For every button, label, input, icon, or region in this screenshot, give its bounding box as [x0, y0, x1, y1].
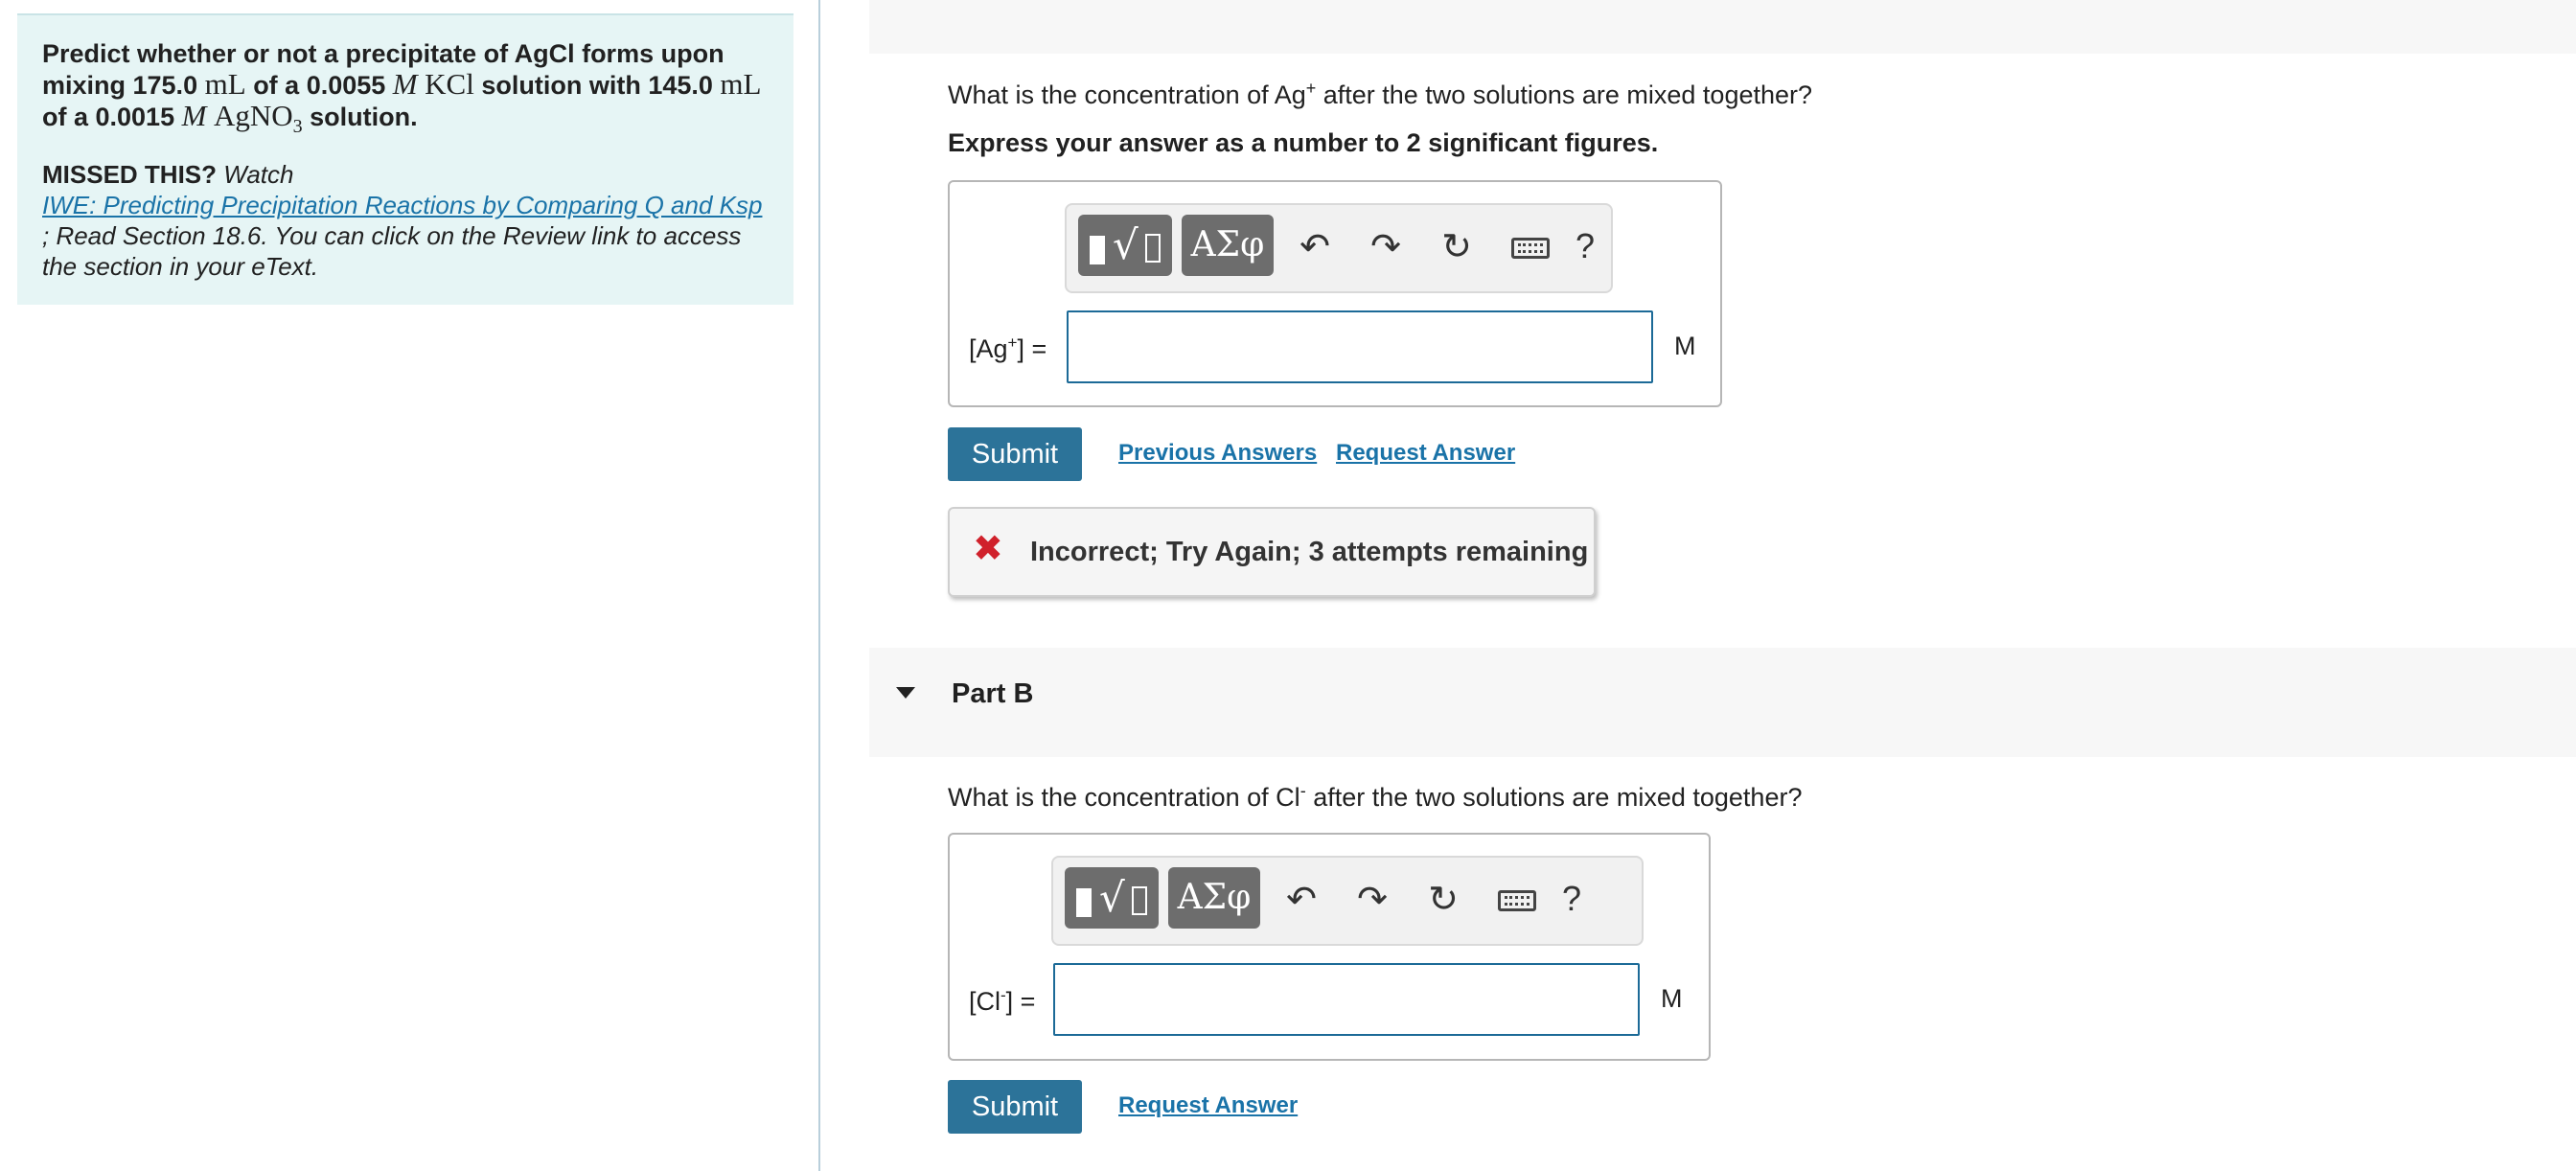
symbols-button[interactable]: ΑΣφ [1182, 215, 1274, 276]
cl-concentration-input[interactable] [1053, 963, 1640, 1036]
unit-ml: mL [720, 67, 762, 101]
part-a-header[interactable] [869, 0, 2576, 54]
missed-this-rest: ; Read Section 18.6. You can click on th… [42, 221, 742, 281]
iwe-video-link[interactable]: IWE: Predicting Precipitation Reactions … [42, 191, 762, 219]
part-a-answer-box: √ ΑΣφ ↶ ↷ ↻ ? [Ag+] = M [948, 180, 1722, 407]
part-b-answer-box: √ ΑΣφ ↶ ↷ ↻ ? [Cl-] = M [948, 833, 1711, 1061]
problem-text-4: of a 0.0015 [42, 103, 175, 131]
redo-icon[interactable]: ↷ [1350, 877, 1394, 921]
part-a-math-toolbar: √ ΑΣφ ↶ ↷ ↻ ? [1065, 203, 1613, 293]
ag-concentration-label: [Ag+] = [969, 333, 1046, 364]
collapse-caret-icon[interactable] [896, 687, 915, 699]
parts-panel: What is the concentration of Ag+ after t… [869, 0, 2576, 1171]
problem-panel: Predict whether or not a precipitate of … [0, 0, 819, 1171]
reset-icon[interactable]: ↻ [1435, 224, 1479, 268]
ag-label-post: ] = [1017, 334, 1047, 363]
undo-icon[interactable]: ↶ [1279, 877, 1323, 921]
part-b-submit-button[interactable]: Submit [948, 1080, 1082, 1134]
part-a-request-answer-link[interactable]: Request Answer [1336, 440, 1515, 467]
ag-unit: M [1674, 332, 1696, 360]
incorrect-feedback: ✖ Incorrect; Try Again; 3 attempts remai… [948, 507, 1596, 597]
ag-label-sup: + [1007, 333, 1018, 352]
column-divider [818, 0, 820, 1171]
keyboard-icon[interactable] [1498, 890, 1536, 911]
formula-agno3: AgNO3 [213, 99, 303, 137]
missed-this-hint: MISSED THIS? Watch IWE: Predicting Preci… [42, 159, 769, 282]
molar-symbol: M [392, 67, 418, 101]
redo-icon[interactable]: ↷ [1364, 224, 1408, 268]
unit-ml: mL [204, 67, 246, 101]
problem-text-2: of a 0.0055 [253, 71, 386, 100]
help-button[interactable]: ? [1571, 224, 1599, 268]
missed-this-watch: Watch [223, 160, 294, 189]
molar-symbol: M [181, 99, 207, 132]
templates-icon: √ [1076, 874, 1159, 921]
part-b-header[interactable]: Part B [869, 648, 2576, 757]
part-a-question: What is the concentration of Ag+ after t… [948, 79, 1812, 110]
previous-answers-link[interactable]: Previous Answers [1118, 440, 1317, 467]
feedback-message: Incorrect; Try Again; 3 attempts remaini… [1030, 537, 1589, 567]
part-b-request-answer-link[interactable]: Request Answer [1118, 1092, 1298, 1119]
problem-text-5: solution. [310, 103, 418, 131]
part-a-instruction: Express your answer as a number to 2 sig… [948, 128, 1659, 157]
cl-unit: M [1661, 984, 1683, 1013]
part-b-question-pre: What is the concentration of Cl [948, 783, 1300, 812]
symbols-button[interactable]: ΑΣφ [1168, 867, 1260, 929]
problem-statement: Predict whether or not a precipitate of … [42, 38, 769, 137]
help-button[interactable]: ? [1557, 877, 1586, 921]
formula-agno3-base: AgNO [213, 99, 293, 132]
templates-button[interactable]: √ [1078, 215, 1172, 276]
problem-statement-box: Predict whether or not a precipitate of … [17, 13, 794, 305]
part-a-question-post: after the two solutions are mixed togeth… [1316, 80, 1813, 109]
ag-label-pre: [Ag [969, 334, 1008, 363]
error-x-icon: ✖ [973, 529, 1003, 569]
part-b-title: Part B [952, 678, 1034, 709]
part-b-question-post: after the two solutions are mixed togeth… [1305, 783, 1803, 812]
cl-concentration-label: [Cl-] = [969, 986, 1035, 1017]
keyboard-icon[interactable] [1511, 238, 1550, 259]
part-a-question-pre: What is the concentration of Ag [948, 80, 1306, 109]
ag-concentration-input[interactable] [1067, 310, 1653, 383]
undo-icon[interactable]: ↶ [1293, 224, 1337, 268]
formula-agno3-subscript: 3 [292, 116, 303, 138]
formula-kcl: KCl [425, 67, 474, 101]
cl-label-post: ] = [1005, 987, 1036, 1016]
templates-button[interactable]: √ [1065, 867, 1159, 929]
reset-icon[interactable]: ↻ [1421, 877, 1465, 921]
part-a-submit-button[interactable]: Submit [948, 427, 1082, 481]
part-a-question-sup: + [1305, 79, 1317, 98]
templates-icon: √ [1090, 221, 1172, 268]
cl-label-pre: [Cl [969, 987, 1000, 1016]
part-b-question: What is the concentration of Cl- after t… [948, 781, 1802, 813]
problem-text-3: solution with 145.0 [481, 71, 713, 100]
missed-this-label: MISSED THIS? [42, 160, 218, 189]
part-b-math-toolbar: √ ΑΣφ ↶ ↷ ↻ ? [1051, 856, 1644, 946]
